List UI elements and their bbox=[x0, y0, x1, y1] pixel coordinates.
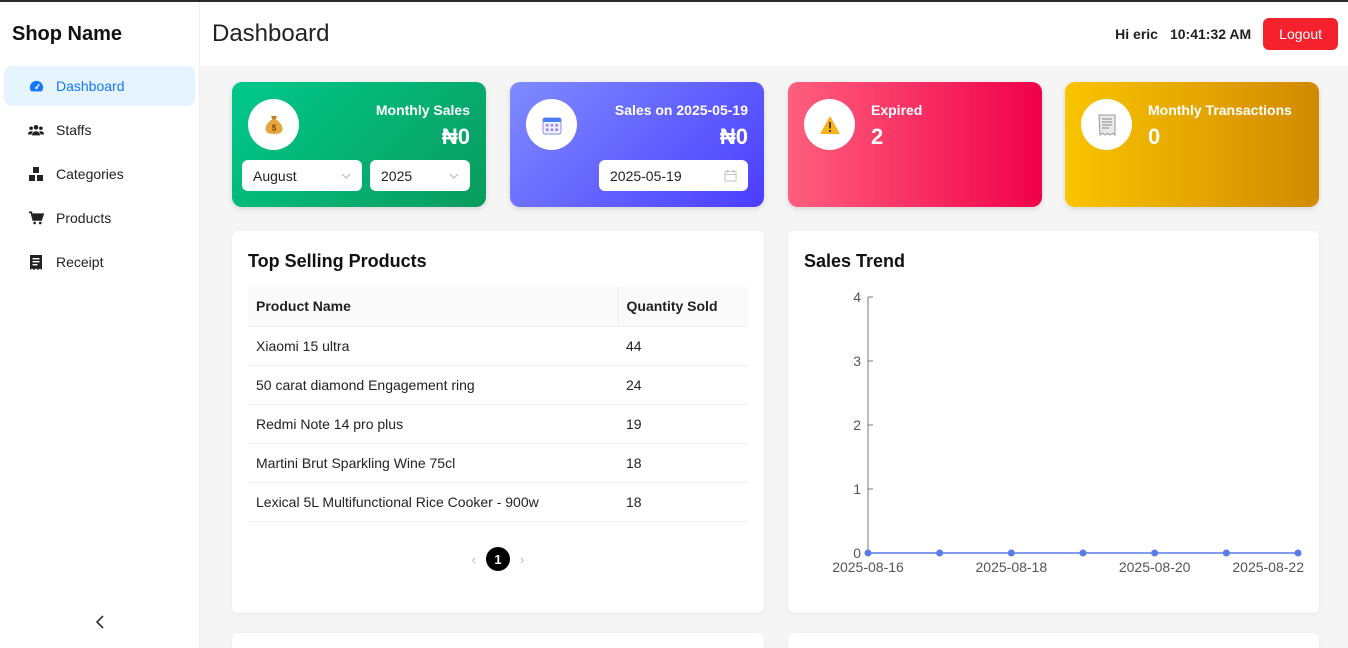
monthly-transactions-value: 0 bbox=[1148, 124, 1161, 149]
logout-button[interactable]: Logout bbox=[1263, 18, 1338, 50]
sidebar-menu: Dashboard Staffs Categories Products Rec… bbox=[0, 66, 199, 282]
daily-sales-label: Sales on 2025-05-19 bbox=[614, 102, 748, 118]
sidebar-collapse-button[interactable] bbox=[0, 613, 200, 634]
data-point bbox=[864, 549, 872, 557]
clock-time: 10:41:32 AM bbox=[1169, 26, 1252, 42]
product-name-cell: Martini Brut Sparkling Wine 75cl bbox=[248, 443, 618, 483]
sidebar: Shop Name Dashboard Staffs Categories Pr… bbox=[0, 2, 200, 648]
data-point bbox=[1294, 549, 1302, 557]
pagination-prev-button[interactable]: ‹ bbox=[472, 552, 476, 567]
month-select[interactable]: August bbox=[242, 160, 362, 191]
sidebar-item-dashboard[interactable]: Dashboard bbox=[4, 66, 195, 106]
monthly-sales-label: Monthly Sales bbox=[375, 102, 470, 118]
table-row: Redmi Note 14 pro plus 19 bbox=[248, 404, 748, 444]
top-selling-panel: Top Selling Products Product Name Quanti… bbox=[232, 231, 764, 613]
header-user-area: Hi eric 10:41:32 AM Logout bbox=[1115, 18, 1338, 50]
svg-text:$: $ bbox=[271, 123, 276, 132]
quantity-cell: 19 bbox=[618, 404, 748, 444]
expired-value: 2 bbox=[871, 124, 884, 149]
dashboard-icon bbox=[28, 78, 44, 94]
chevron-left-icon bbox=[95, 615, 104, 629]
column-header-quantity-sold[interactable]: Quantity Sold bbox=[618, 287, 748, 327]
data-point bbox=[1079, 549, 1087, 557]
date-picker-value: 2025-05-19 bbox=[610, 167, 682, 184]
user-greeting: Hi eric bbox=[1115, 26, 1158, 42]
table-row: Xiaomi 15 ultra 44 bbox=[248, 326, 748, 366]
sidebar-item-label: Categories bbox=[56, 166, 124, 182]
receipt-icon bbox=[28, 254, 44, 270]
expired-card: Expired 2 bbox=[788, 82, 1042, 207]
year-select-value: 2025 bbox=[381, 167, 413, 184]
quantity-cell: 44 bbox=[618, 326, 748, 366]
sidebar-item-label: Receipt bbox=[56, 254, 104, 270]
sidebar-item-staffs[interactable]: Staffs bbox=[4, 110, 195, 150]
daily-sales-card: Sales on 2025-05-19 ₦0 2025-05-19 bbox=[510, 82, 764, 207]
monthly-transactions-label: Monthly Transactions bbox=[1148, 102, 1292, 118]
sidebar-item-label: Staffs bbox=[56, 122, 92, 138]
column-header-product-name[interactable]: Product Name bbox=[248, 287, 619, 327]
data-point bbox=[936, 549, 944, 557]
year-select[interactable]: 2025 bbox=[370, 160, 470, 191]
table-row: Lexical 5L Multifunctional Rice Cooker -… bbox=[248, 482, 748, 522]
date-picker[interactable]: 2025-05-19 bbox=[599, 160, 748, 191]
brand-name: Shop Name bbox=[12, 22, 123, 45]
y-tick-label: 1 bbox=[853, 481, 861, 497]
expired-label: Expired bbox=[871, 102, 923, 118]
y-tick-label: 2 bbox=[853, 417, 861, 433]
table-header-row: Product Name Quantity Sold bbox=[248, 287, 748, 327]
money-bag-icon: $ bbox=[248, 99, 299, 150]
users-icon bbox=[28, 122, 44, 138]
calendar-icon bbox=[724, 169, 737, 182]
x-tick-label: 2025-08-20 bbox=[1119, 559, 1191, 575]
sidebar-item-categories[interactable]: Categories bbox=[4, 154, 195, 194]
top-header: Dashboard Hi eric 10:41:32 AM Logout bbox=[200, 2, 1348, 66]
product-name-cell: Redmi Note 14 pro plus bbox=[248, 404, 618, 444]
top-selling-table: Product Name Quantity Sold Xiaomi 15 ult… bbox=[248, 287, 748, 522]
sidebar-item-products[interactable]: Products bbox=[4, 198, 195, 238]
data-point bbox=[1151, 549, 1159, 557]
warning-icon bbox=[804, 99, 855, 150]
quantity-cell: 18 bbox=[618, 443, 748, 483]
sales-trend-panel: Sales Trend 0 1 2 3 4 2025-08-16 2025-08-18 202… bbox=[788, 231, 1319, 613]
quantity-cell: 24 bbox=[618, 365, 748, 405]
daily-sales-value: ₦0 bbox=[719, 124, 748, 149]
quantity-cell: 18 bbox=[618, 482, 748, 522]
sidebar-item-label: Dashboard bbox=[56, 78, 125, 94]
product-name-cell: Xiaomi 15 ultra bbox=[248, 326, 618, 366]
bottom-right-panel bbox=[788, 633, 1319, 648]
data-point bbox=[1007, 549, 1015, 557]
sales-trend-chart: 012342025-08-16 2025-08-18 2025-08-20 2025-… bbox=[832, 289, 1304, 575]
table-row: Martini Brut Sparkling Wine 75cl 18 bbox=[248, 443, 748, 483]
pagination: ‹ 1 › bbox=[232, 547, 764, 571]
sidebar-item-receipt[interactable]: Receipt bbox=[4, 242, 195, 282]
y-tick-label: 4 bbox=[853, 289, 861, 305]
table-row: 50 carat diamond Engagement ring 24 bbox=[248, 365, 748, 405]
x-tick-label: 2025-08-18 bbox=[976, 559, 1048, 575]
cart-icon bbox=[28, 210, 44, 226]
month-select-value: August bbox=[253, 167, 297, 184]
bottom-left-panel bbox=[232, 633, 764, 648]
monthly-sales-card: $ Monthly Sales ₦0 August 2025 bbox=[232, 82, 486, 207]
pagination-page-button[interactable]: 1 bbox=[486, 547, 510, 571]
chevron-down-icon bbox=[449, 173, 459, 179]
receipt-icon bbox=[1081, 99, 1132, 150]
chevron-down-icon bbox=[341, 173, 351, 179]
page-title: Dashboard bbox=[212, 20, 330, 47]
monthly-transactions-card: Monthly Transactions 0 bbox=[1065, 82, 1319, 207]
calendar-icon bbox=[526, 99, 577, 150]
pagination-next-button[interactable]: › bbox=[520, 552, 524, 567]
x-tick-label: 2025-08-22 bbox=[1232, 559, 1304, 575]
sidebar-item-label: Products bbox=[56, 210, 112, 226]
categories-icon bbox=[28, 166, 44, 182]
y-tick-label: 3 bbox=[853, 353, 861, 369]
x-tick-label: 2025-08-16 bbox=[832, 559, 904, 575]
data-point bbox=[1222, 549, 1230, 557]
product-name-cell: 50 carat diamond Engagement ring bbox=[248, 365, 618, 405]
product-name-cell: Lexical 5L Multifunctional Rice Cooker -… bbox=[248, 482, 618, 522]
top-selling-title: Top Selling Products bbox=[248, 251, 427, 271]
monthly-sales-value: ₦0 bbox=[441, 124, 470, 149]
